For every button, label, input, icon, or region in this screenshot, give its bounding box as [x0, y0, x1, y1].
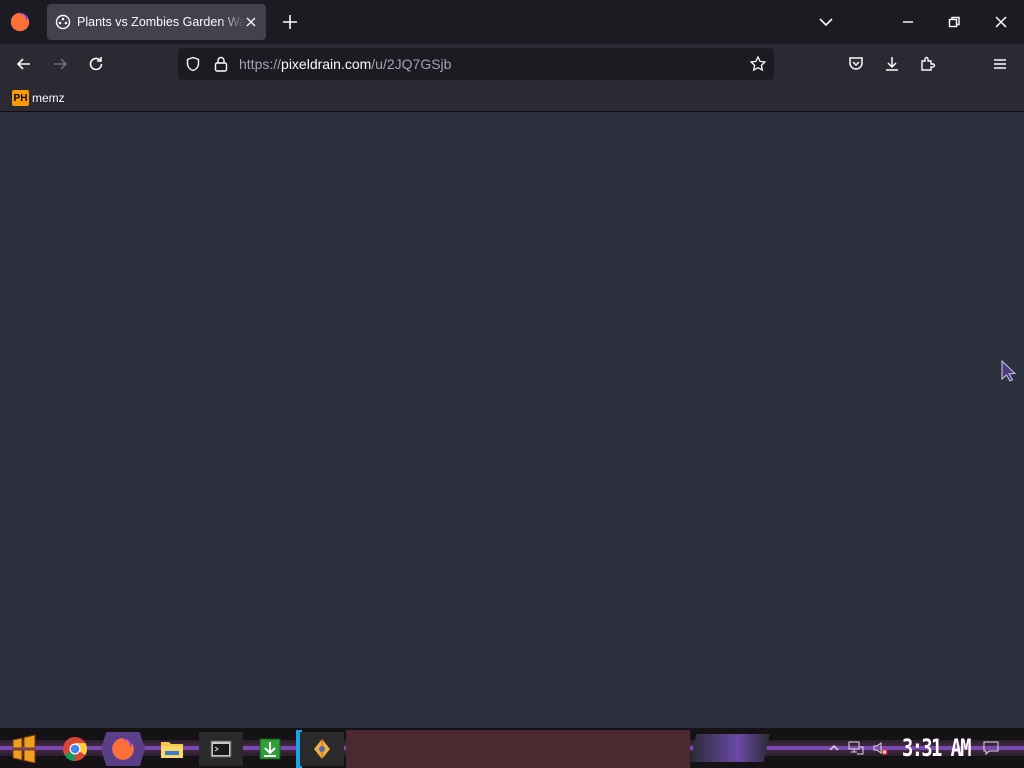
hamburger-menu-icon: [994, 59, 1006, 69]
close-icon: [995, 16, 1007, 28]
taskbar-terminal[interactable]: [199, 732, 243, 766]
downloads-button[interactable]: [880, 52, 904, 76]
tray-decoration: [690, 734, 770, 762]
bookmarks-toolbar: PH memz: [0, 84, 1024, 112]
paint-icon: [314, 739, 330, 759]
navigation-toolbar: https://pixeldrain.com/u/2JQ7GSjb: [0, 44, 1024, 84]
lock-icon[interactable]: [213, 55, 229, 73]
tab-close-icon[interactable]: [243, 14, 259, 30]
download-icon: [886, 57, 898, 71]
start-icon: [12, 734, 36, 764]
forward-arrow-icon: [54, 58, 68, 70]
volume-muted-icon[interactable]: [872, 740, 888, 756]
url-path: /u/2JQ7GSjb: [371, 56, 452, 72]
firefox-icon: [112, 738, 134, 760]
bookmark-item[interactable]: PH memz: [12, 90, 65, 106]
download-app-icon: [259, 738, 281, 760]
notification-center-icon[interactable]: [983, 740, 999, 756]
taskbar-clock[interactable]: 3:31 AM: [902, 734, 972, 762]
taskbar-file-explorer[interactable]: [150, 732, 194, 766]
taskbar-paint[interactable]: [300, 732, 344, 766]
extensions-button[interactable]: [916, 52, 940, 76]
minimize-button[interactable]: [885, 0, 931, 44]
puzzle-piece-icon: [921, 56, 936, 71]
bookmark-star-icon[interactable]: [749, 55, 767, 73]
mouse-cursor-icon: [1001, 359, 1017, 382]
terminal-icon: [210, 740, 232, 758]
app-menu-button[interactable]: [988, 52, 1012, 76]
url-domain: pixeldrain.com: [281, 56, 372, 72]
close-window-button[interactable]: [978, 0, 1024, 44]
tab-favicon-icon: [55, 14, 71, 30]
back-arrow-icon: [16, 58, 30, 70]
show-hidden-icons-chevron-icon[interactable]: [826, 740, 842, 756]
taskbar-download-app[interactable]: [248, 732, 292, 766]
reload-button[interactable]: [84, 52, 108, 76]
new-tab-icon[interactable]: [280, 12, 300, 32]
start-button[interactable]: [2, 732, 46, 766]
back-button[interactable]: [12, 52, 36, 76]
url-protocol: https://: [239, 56, 282, 72]
tracking-protection-shield-icon[interactable]: [185, 56, 201, 72]
chrome-icon: [63, 737, 88, 761]
network-icon[interactable]: [848, 740, 864, 756]
bookmark-label: memz: [32, 91, 65, 105]
url-bar[interactable]: https://pixeldrain.com/u/2JQ7GSjb: [178, 48, 774, 80]
pocket-button[interactable]: [844, 52, 868, 76]
list-all-tabs-icon[interactable]: [816, 13, 836, 31]
taskbar-chrome[interactable]: [53, 732, 97, 766]
tab-title: Plants vs Zombies Garden Warfare: [77, 15, 245, 29]
tab-bar: Plants vs Zombies Garden Warfare: [0, 0, 1024, 44]
reload-icon: [89, 57, 103, 71]
taskbar-empty-area: [346, 730, 690, 768]
minimize-icon: [903, 21, 913, 23]
taskbar: 3:31 AM: [0, 728, 1024, 768]
firefox-menu-icon[interactable]: [9, 11, 31, 33]
pocket-icon: [849, 57, 863, 70]
restore-icon: [948, 16, 960, 28]
page-content[interactable]: [0, 113, 1024, 728]
restore-button[interactable]: [931, 0, 977, 44]
url-text[interactable]: https://pixeldrain.com/u/2JQ7GSjb: [239, 56, 451, 72]
active-tab[interactable]: Plants vs Zombies Garden Warfare: [47, 4, 266, 40]
forward-button[interactable]: [48, 52, 72, 76]
file-explorer-icon: [161, 742, 183, 758]
taskbar-firefox[interactable]: [101, 732, 145, 766]
bookmark-favicon-icon: PH: [12, 90, 29, 106]
